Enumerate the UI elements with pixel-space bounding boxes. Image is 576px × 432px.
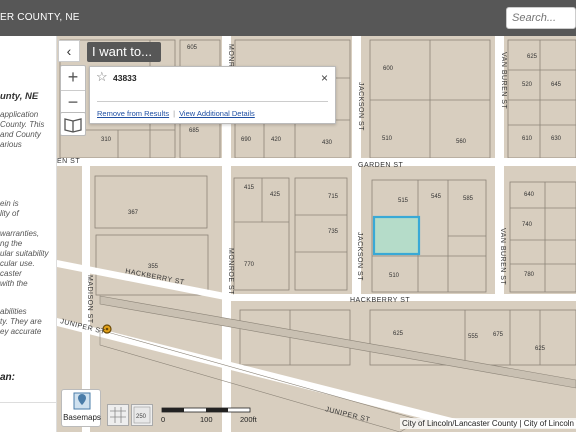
parcel-label: 625 bbox=[393, 331, 404, 337]
parcel-label: 520 bbox=[522, 82, 533, 88]
street-label-van-buren-top: VAN BUREN ST bbox=[500, 52, 507, 109]
parcel-label: 685 bbox=[189, 128, 200, 134]
panel-text-line: with the bbox=[0, 279, 28, 288]
star-icon[interactable]: ☆ bbox=[96, 69, 108, 85]
panel-text-line: ng the bbox=[0, 239, 23, 248]
parcel-label: 740 bbox=[522, 222, 533, 228]
panel-text-line: County. This bbox=[0, 120, 45, 129]
parcel-label: 630 bbox=[551, 136, 562, 142]
app-title: ER COUNTY, NE bbox=[0, 12, 80, 23]
panel-text-line: and County bbox=[0, 130, 41, 139]
zoom-in-button[interactable]: + bbox=[61, 66, 85, 90]
scale-tick-200: 200ft bbox=[240, 415, 258, 424]
panel-text-line: cular use. bbox=[0, 259, 35, 268]
panel-footer-heading: an: bbox=[0, 372, 15, 383]
map-attribution: City of Lincoln/Lancaster County | City … bbox=[400, 418, 576, 429]
chevron-left-icon: ‹ bbox=[66, 43, 72, 59]
parcel-label: 715 bbox=[328, 194, 339, 200]
panel-text-line: ein is bbox=[0, 199, 19, 208]
parcel-label: 780 bbox=[524, 272, 535, 278]
parcel-label: 645 bbox=[551, 82, 562, 88]
parcel-label: 625 bbox=[535, 346, 546, 352]
close-icon[interactable]: × bbox=[321, 71, 328, 85]
grid-map-icon bbox=[110, 407, 126, 423]
parcel-label: 640 bbox=[524, 192, 535, 198]
street-label-garden: GARDEN ST bbox=[358, 162, 404, 169]
parcel-label: 510 bbox=[389, 273, 400, 279]
street-label-garden-left: EN ST bbox=[57, 158, 80, 165]
street-label-jackson-top: JACKSON ST bbox=[357, 82, 364, 131]
parcel-label: 770 bbox=[244, 262, 255, 268]
popup-divider bbox=[97, 101, 328, 102]
parcel-label: 610 bbox=[522, 136, 533, 142]
street-label-madison: MADISON ST bbox=[86, 275, 93, 324]
scale-bar: 0 100 200ft bbox=[160, 406, 260, 428]
parcel-label: 625 bbox=[527, 54, 538, 60]
basemap-layers-icon bbox=[73, 392, 91, 410]
parcel-label: 690 bbox=[241, 137, 252, 143]
basemaps-label: Basemaps bbox=[63, 413, 101, 422]
street-label-monroe-bottom: MONROE ST bbox=[227, 248, 234, 295]
parcel-label: 510 bbox=[382, 136, 393, 142]
panel-divider bbox=[0, 402, 56, 403]
parcel-label: 555 bbox=[468, 334, 479, 340]
parcel-label: 560 bbox=[456, 139, 467, 145]
parcel-label: 515 bbox=[398, 198, 409, 204]
parcel-label: 425 bbox=[270, 192, 281, 198]
street-label-van-buren-bottom: VAN BUREN ST bbox=[499, 228, 506, 285]
parcel-label: 675 bbox=[493, 332, 504, 338]
parcel-label: 420 bbox=[271, 137, 282, 143]
scale-tick-0: 0 bbox=[161, 415, 165, 424]
panel-text-line: abilities bbox=[0, 307, 27, 316]
collapse-panel-button[interactable]: ‹ bbox=[58, 40, 80, 62]
i-want-to-menu-button[interactable]: I want to... bbox=[87, 42, 161, 62]
svg-text:250: 250 bbox=[136, 414, 147, 420]
panel-text-line: ular suitability bbox=[0, 249, 49, 258]
parcel-label: 600 bbox=[383, 66, 394, 72]
panel-text-line: application bbox=[0, 110, 39, 119]
panel-text-line: caster bbox=[0, 269, 22, 278]
parcel-label: 310 bbox=[101, 137, 112, 143]
parcel-label: 355 bbox=[148, 264, 159, 270]
panel-text-line: ey accurate bbox=[0, 327, 42, 336]
panel-text-line: lity of bbox=[0, 209, 19, 218]
view-additional-details-link[interactable]: View Additional Details bbox=[179, 109, 255, 118]
remove-from-results-link[interactable]: Remove from Results bbox=[97, 109, 169, 118]
street-label-jackson-bottom: JACKSON ST bbox=[356, 232, 363, 281]
parcel-id: 43833 bbox=[113, 73, 137, 83]
street-label-hackberry: HACKBERRY ST bbox=[350, 297, 410, 304]
basemaps-button[interactable]: Basemaps bbox=[61, 389, 101, 427]
basemap-thumbnail-parcels[interactable]: 250 bbox=[131, 404, 153, 426]
book-icon bbox=[64, 118, 82, 133]
popup-actions: Remove from Results | View Additional Deta… bbox=[97, 109, 255, 118]
parcel-label: 367 bbox=[128, 210, 139, 216]
panel-text-line: ty. They are bbox=[0, 317, 42, 326]
top-bar: ER COUNTY, NE bbox=[0, 0, 576, 36]
parcel-label: 585 bbox=[463, 196, 474, 202]
side-panel: unty, NE application County. This and Co… bbox=[0, 36, 57, 432]
parcel-label: 430 bbox=[322, 140, 333, 146]
zoom-out-button[interactable]: − bbox=[61, 90, 85, 114]
bookmarks-button[interactable] bbox=[60, 112, 86, 136]
parcel-label: 605 bbox=[187, 45, 198, 51]
parcel-label: 415 bbox=[244, 185, 255, 191]
panel-text-line: warranties, bbox=[0, 229, 40, 238]
panel-text-line: arious bbox=[0, 140, 22, 149]
basemap-thumbnail-streets[interactable] bbox=[107, 404, 129, 426]
parcel-label: 735 bbox=[328, 229, 339, 235]
selected-parcel[interactable] bbox=[372, 215, 421, 256]
parcel-label: 545 bbox=[431, 194, 442, 200]
scale-tick-100: 100 bbox=[200, 415, 213, 424]
parcel-popup: ☆ 43833 × Remove from Results | View Addit… bbox=[89, 66, 336, 124]
search-input[interactable] bbox=[506, 7, 576, 29]
zoom-control: + − bbox=[60, 65, 86, 115]
panel-heading: unty, NE bbox=[0, 91, 39, 102]
